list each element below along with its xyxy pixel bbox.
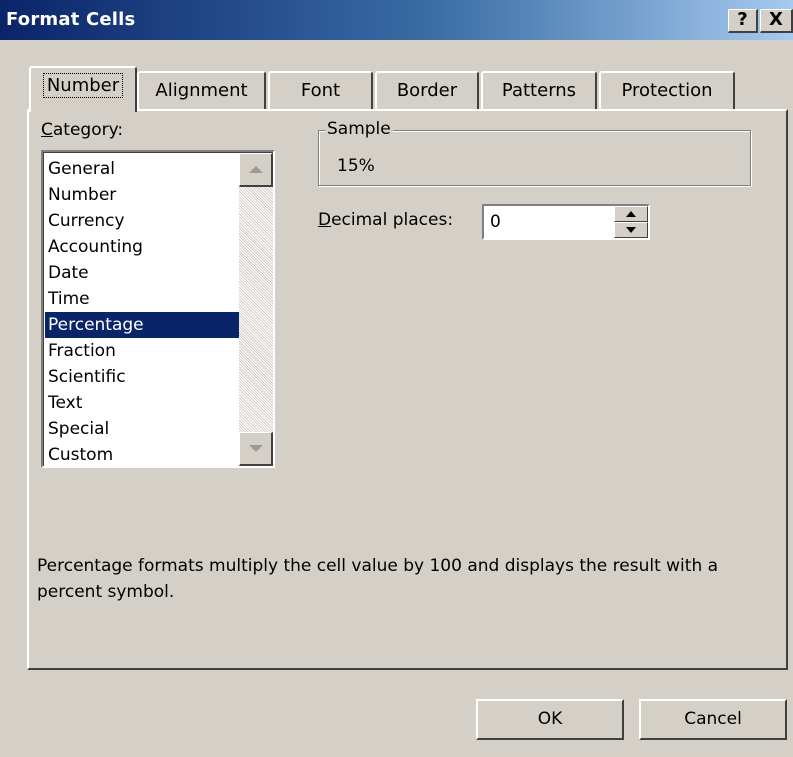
tab-alignment-label: Alignment	[155, 80, 248, 101]
tab-protection-label: Protection	[621, 80, 713, 101]
tab-patterns-label: Patterns	[501, 80, 577, 101]
category-item-special[interactable]: Special	[45, 416, 241, 442]
tab-number-label: Number	[42, 73, 124, 98]
category-item-percentage[interactable]: Percentage	[45, 312, 241, 338]
category-label-rest: ategory:	[52, 120, 124, 140]
tab-protection[interactable]: Protection	[599, 71, 735, 110]
sample-label: Sample	[325, 119, 393, 139]
category-scrollbar[interactable]	[239, 153, 273, 466]
category-item-currency[interactable]: Currency	[45, 208, 241, 234]
decimal-places-label: Decimal places:	[318, 210, 453, 230]
decimal-label-rest: ecimal places:	[331, 210, 454, 230]
decimal-places-input[interactable]: 0	[490, 212, 501, 232]
category-item-text[interactable]: Text	[45, 390, 241, 416]
ok-button[interactable]: OK	[476, 699, 624, 740]
category-item-custom[interactable]: Custom	[45, 442, 241, 468]
sample-value: 15%	[337, 156, 375, 176]
category-item-accounting[interactable]: Accounting	[45, 234, 241, 260]
category-listbox[interactable]: General Number Currency Accounting Date …	[41, 150, 275, 468]
help-button[interactable]: ?	[728, 9, 758, 33]
scroll-up-arrow-icon	[249, 166, 263, 173]
category-label-mnemonic: C	[41, 120, 53, 140]
category-item-scientific[interactable]: Scientific	[45, 364, 241, 390]
spin-down-arrow-icon	[626, 227, 636, 233]
scroll-down-button[interactable]	[239, 432, 273, 466]
category-item-date[interactable]: Date	[45, 260, 241, 286]
tab-border[interactable]: Border	[375, 71, 479, 110]
category-item-general[interactable]: General	[45, 156, 241, 182]
category-item-time[interactable]: Time	[45, 286, 241, 312]
window-title: Format Cells	[6, 9, 136, 30]
tab-alignment[interactable]: Alignment	[137, 71, 266, 110]
category-item-number[interactable]: Number	[45, 182, 241, 208]
title-bar[interactable]: Format Cells ? X	[0, 0, 793, 40]
tab-number[interactable]: Number	[29, 66, 137, 112]
sample-group: Sample 15%	[318, 119, 751, 186]
category-item-fraction[interactable]: Fraction	[45, 338, 241, 364]
tab-font[interactable]: Font	[268, 71, 373, 110]
close-button[interactable]: X	[760, 9, 793, 33]
spin-up-arrow-icon	[626, 211, 636, 217]
tab-patterns[interactable]: Patterns	[481, 71, 597, 110]
tab-border-label: Border	[396, 80, 458, 101]
spin-down-button[interactable]	[614, 222, 648, 238]
decimal-places-spinner[interactable]: 0	[482, 204, 650, 240]
tab-font-label: Font	[300, 80, 341, 101]
scroll-down-arrow-icon	[249, 445, 263, 452]
spin-up-button[interactable]	[614, 206, 648, 222]
cancel-button[interactable]: Cancel	[639, 699, 787, 740]
decimal-label-mnemonic: D	[318, 210, 332, 230]
category-label: Category:	[41, 120, 123, 140]
format-description: Percentage formats multiply the cell val…	[37, 556, 719, 602]
scroll-up-button[interactable]	[239, 153, 273, 187]
